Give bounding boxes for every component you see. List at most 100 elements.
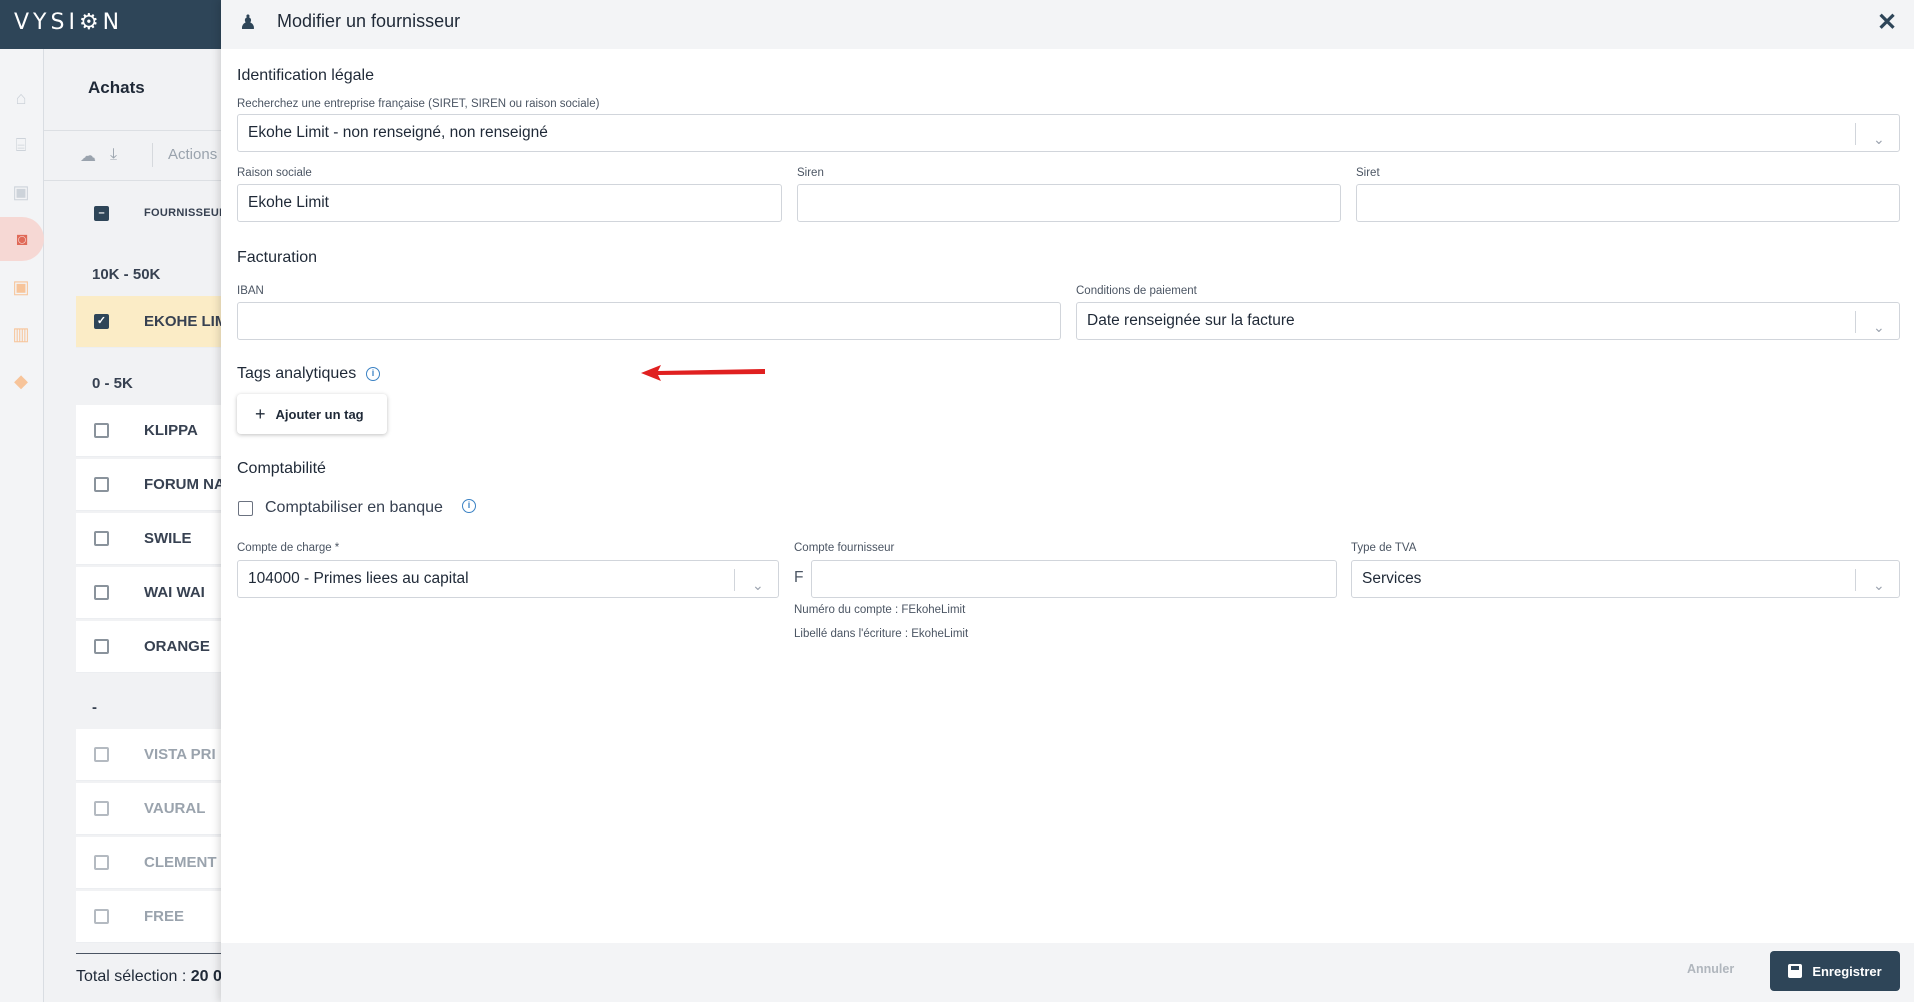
total-label: Total sélection : <box>76 968 187 985</box>
row-checkbox[interactable] <box>94 585 109 600</box>
vat-type-label: Type de TVA <box>1351 542 1417 554</box>
divider <box>734 569 735 591</box>
sales-icon[interactable]: ▣ <box>10 276 32 298</box>
company-search-select[interactable]: Ekohe Limit - non renseigné, non renseig… <box>237 114 1900 152</box>
row-checkbox[interactable] <box>94 747 109 762</box>
divider <box>76 953 230 954</box>
page-title: Achats <box>88 78 145 97</box>
supplier-name: KLIPPA <box>144 422 198 439</box>
add-tag-button[interactable]: + Ajouter un tag <box>237 394 387 434</box>
chart-icon[interactable]: ▥ <box>10 323 32 345</box>
siren-input[interactable] <box>797 184 1341 222</box>
entry-label-hint: Libellé dans l'écriture : EkoheLimit <box>794 628 969 640</box>
divider <box>1855 123 1856 145</box>
column-header-supplier[interactable]: FOURNISSEUR <box>144 207 227 219</box>
invoice-icon[interactable]: ▣ <box>10 181 32 203</box>
drawer-header: ♟ Modifier un fournisseur ✕ <box>221 0 1914 49</box>
supplier-name: FORUM NA <box>144 476 225 493</box>
table-row[interactable]: CLEMENT <box>76 837 230 889</box>
company-search-label: Recherchez une entreprise française (SIR… <box>237 98 600 110</box>
payment-terms-select[interactable]: Date renseignée sur la facture ⌄ <box>1076 302 1900 340</box>
table-row[interactable]: SWILE <box>76 513 230 565</box>
table-row[interactable]: VISTA PRI <box>76 729 230 781</box>
close-icon[interactable]: ✕ <box>1877 8 1897 37</box>
table-row[interactable]: KLIPPA <box>76 405 230 457</box>
tag-icon[interactable]: ◆ <box>10 370 32 392</box>
group-label: 10K - 50K <box>92 266 161 283</box>
supplier-name: VISTA PRI <box>144 746 216 763</box>
vat-type-value: Services <box>1362 570 1422 587</box>
row-checkbox[interactable] <box>94 477 109 492</box>
edit-supplier-drawer: ♟ Modifier un fournisseur ✕ Identificati… <box>221 0 1914 1002</box>
account-number-hint: Numéro du compte : FEkoheLimit <box>794 604 966 616</box>
actions-menu[interactable]: Actions <box>168 146 217 163</box>
bank-icon[interactable]: ⌸ <box>10 134 32 156</box>
siren-label: Siren <box>797 167 824 179</box>
divider <box>44 180 230 181</box>
table-row[interactable]: ✓ EKOHE LIM <box>76 296 230 348</box>
row-checkbox[interactable] <box>94 531 109 546</box>
table-row[interactable]: FORUM NA <box>76 459 230 511</box>
select-all-checkbox[interactable]: – <box>94 206 109 221</box>
annotation-arrow <box>641 365 765 381</box>
row-checkbox[interactable]: ✓ <box>94 314 109 329</box>
company-search-value: Ekohe Limit - non renseigné, non renseig… <box>248 124 548 141</box>
payment-terms-label: Conditions de paiement <box>1076 285 1197 297</box>
supplier-icon: ♟ <box>239 12 257 34</box>
download-icon[interactable]: ⤓ <box>110 146 117 164</box>
divider <box>44 130 230 131</box>
supplier-account-prefix: F <box>794 569 804 586</box>
cloud-upload-icon[interactable]: ☁ <box>80 146 96 166</box>
siret-label: Siret <box>1356 167 1380 179</box>
supplier-name: FREE <box>144 908 185 925</box>
charge-account-value: 104000 - Primes liees au capital <box>248 570 469 587</box>
cancel-button[interactable]: Annuler <box>1687 962 1734 976</box>
row-checkbox[interactable] <box>94 909 109 924</box>
app-logo: VYSI⚙N <box>14 10 124 35</box>
supplier-name: VAURAL <box>144 800 206 817</box>
raison-sociale-input[interactable]: Ekohe Limit <box>237 184 782 222</box>
drawer-title: Modifier un fournisseur <box>277 11 461 31</box>
table-row[interactable]: ORANGE <box>76 621 230 673</box>
purchases-icon[interactable]: ◙ <box>0 217 44 261</box>
chevron-down-icon[interactable]: ⌄ <box>1873 567 1885 597</box>
siret-input[interactable] <box>1356 184 1900 222</box>
chevron-down-icon[interactable]: ⌄ <box>1873 309 1885 339</box>
plus-icon: + <box>255 403 266 424</box>
vat-type-select[interactable]: Services ⌄ <box>1351 560 1900 598</box>
charge-account-select[interactable]: 104000 - Primes liees au capital ⌄ <box>237 560 779 598</box>
row-checkbox[interactable] <box>94 855 109 870</box>
section-title-legal: Identification légale <box>237 67 374 84</box>
info-icon[interactable]: i <box>366 367 380 381</box>
table-row[interactable]: WAI WAI <box>76 567 230 619</box>
drawer-footer <box>221 943 1914 1002</box>
row-checkbox[interactable] <box>94 639 109 654</box>
info-icon[interactable]: i <box>462 499 476 513</box>
table-row[interactable]: VAURAL <box>76 783 230 835</box>
iban-label: IBAN <box>237 285 264 297</box>
supplier-name: ORANGE <box>144 638 210 655</box>
charge-account-label: Compte de charge * <box>237 542 340 554</box>
bank-accounting-checkbox[interactable] <box>238 501 253 516</box>
sidebar: ⌂ ⌸ ▣ ◙ ▣ ▥ ◆ <box>0 49 44 1002</box>
row-checkbox[interactable] <box>94 423 109 438</box>
save-button[interactable]: Enregistrer <box>1770 951 1900 991</box>
raison-sociale-label: Raison sociale <box>237 167 312 179</box>
iban-input[interactable] <box>237 302 1061 340</box>
save-icon <box>1788 964 1803 978</box>
chevron-down-icon[interactable]: ⌄ <box>752 567 764 597</box>
divider <box>1855 569 1856 591</box>
total-value: 20 0 <box>190 968 222 985</box>
supplier-account-input[interactable] <box>811 560 1337 598</box>
chevron-down-icon[interactable]: ⌄ <box>1873 121 1885 151</box>
supplier-account-label: Compte fournisseur <box>794 542 895 554</box>
divider <box>1855 311 1856 333</box>
group-label: - <box>92 699 97 716</box>
section-title-accounting: Comptabilité <box>237 460 326 477</box>
bank-accounting-label[interactable]: Comptabiliser en banque <box>265 499 443 517</box>
supplier-name: EKOHE LIM <box>144 313 228 330</box>
row-checkbox[interactable] <box>94 801 109 816</box>
table-row[interactable]: FREE <box>76 891 230 943</box>
group-label: 0 - 5K <box>92 375 133 392</box>
home-icon[interactable]: ⌂ <box>10 87 32 109</box>
